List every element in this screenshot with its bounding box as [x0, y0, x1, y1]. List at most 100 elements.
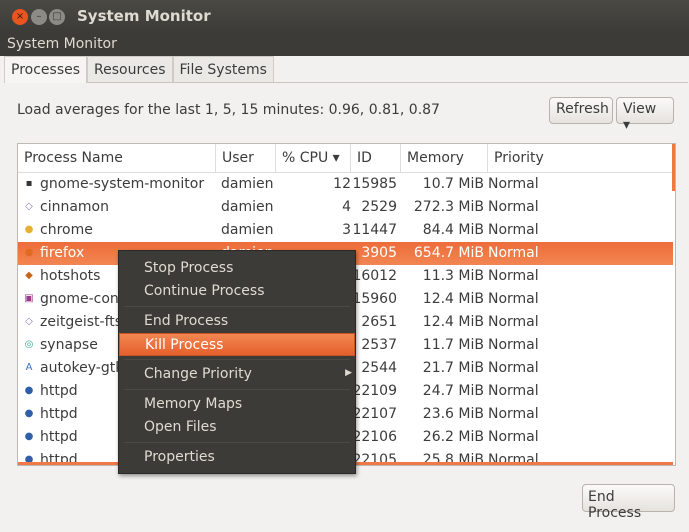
col-user[interactable]: User [216, 144, 276, 173]
tab-file-systems[interactable]: File Systems [172, 56, 274, 82]
close-button[interactable]: × [12, 9, 28, 25]
process-icon: ◎ [24, 339, 34, 350]
view-button[interactable]: View ▾ [616, 97, 674, 133]
cell-user: damien [221, 176, 274, 192]
process-icon: ◇ [25, 316, 33, 327]
window-title: System Monitor [77, 7, 211, 25]
cell-name: httpd [40, 383, 78, 399]
end-process-button[interactable]: End Process [582, 484, 675, 521]
cell-pri: Normal [488, 199, 539, 215]
maximize-button[interactable]: □ [49, 9, 65, 25]
col-memory[interactable]: Memory [401, 144, 488, 173]
menu-separator [124, 306, 350, 307]
menu-change-priority[interactable]: Change Priority ▶ [119, 363, 355, 386]
submenu-arrow-icon: ▶ [345, 368, 352, 378]
cell-mem: 272.3 MiB [413, 199, 484, 215]
tab-processes[interactable]: Processes [4, 56, 88, 83]
cell-cpu: 3 [342, 222, 351, 238]
process-icon: ● [24, 431, 34, 442]
menu-continue-process[interactable]: Continue Process [119, 280, 355, 303]
cell-pri: Normal [488, 222, 539, 238]
cell-mem: 654.7 MiB [413, 245, 484, 261]
menu-properties[interactable]: Properties [119, 446, 355, 469]
cell-name: synapse [40, 337, 98, 353]
col-cpu[interactable]: % CPU ▾ [276, 144, 351, 173]
cell-mem: 11.7 MiB [422, 337, 484, 353]
cell-mem: 11.3 MiB [422, 268, 484, 284]
cell-id: 2544 [361, 360, 397, 376]
cell-mem: 21.7 MiB [422, 360, 484, 376]
cell-pri: Normal [488, 429, 539, 445]
process-icon: ● [24, 247, 34, 258]
cell-id: 15985 [352, 176, 397, 192]
process-icon: A [25, 362, 33, 373]
cell-cpu: 12 [333, 176, 351, 192]
vertical-scrollbar[interactable] [672, 144, 675, 191]
menu-label: Change Priority [144, 366, 252, 382]
cell-id: 2537 [361, 337, 397, 353]
cell-user: damien [221, 199, 274, 215]
cell-id: 16012 [352, 268, 397, 284]
col-process-name[interactable]: Process Name [18, 144, 216, 173]
cell-id: 22107 [352, 406, 397, 422]
cell-pri: Normal [488, 314, 539, 330]
process-icon: ● [24, 408, 34, 419]
process-icon: ● [24, 385, 34, 396]
table-row[interactable]: ▪ gnome-system-monitor damien 12 15985 10.7 M… [18, 173, 673, 196]
cell-mem: 24.7 MiB [422, 383, 484, 399]
cell-name: chrome [40, 222, 93, 238]
menu-separator [124, 389, 350, 390]
cell-mem: 26.2 MiB [422, 429, 484, 445]
cell-pri: Normal [488, 360, 539, 376]
menu-bar: System Monitor [0, 33, 689, 56]
cell-pri: Normal [488, 383, 539, 399]
cell-pri: Normal [488, 176, 539, 192]
cell-name: cinnamon [40, 199, 109, 215]
menu-stop-process[interactable]: Stop Process [119, 257, 355, 280]
tab-resources[interactable]: Resources [87, 56, 173, 82]
cell-id: 2651 [361, 314, 397, 330]
cell-mem: 12.4 MiB [422, 291, 484, 307]
cell-name: httpd [40, 429, 78, 445]
menu-kill-process[interactable]: Kill Process [119, 333, 355, 356]
cell-name: autokey-gtk [40, 360, 124, 376]
cell-pri: Normal [488, 291, 539, 307]
title-bar: × – □ System Monitor [0, 0, 689, 33]
cell-pri: Normal [488, 337, 539, 353]
table-row[interactable]: ● chrome damien 3 11447 84.4 MiB Normal [18, 219, 673, 242]
menu-separator [124, 442, 350, 443]
process-icon: ● [24, 224, 34, 235]
col-priority[interactable]: Priority [488, 144, 674, 173]
minimize-button[interactable]: – [31, 9, 47, 25]
cell-id: 15960 [352, 291, 397, 307]
menu-separator [124, 359, 350, 360]
process-icon: ◇ [25, 201, 33, 212]
cell-user: damien [221, 222, 274, 238]
process-icon: ▣ [24, 293, 34, 304]
cell-mem: 23.6 MiB [422, 406, 484, 422]
app-menu[interactable]: System Monitor [7, 36, 117, 52]
menu-memory-maps[interactable]: Memory Maps [119, 393, 355, 416]
menu-open-files[interactable]: Open Files [119, 416, 355, 439]
cell-name: firefox [40, 245, 85, 261]
cell-name: zeitgeist-fts [40, 314, 123, 330]
menu-end-process[interactable]: End Process [119, 310, 355, 333]
cell-pri: Normal [488, 245, 539, 261]
cell-mem: 10.7 MiB [422, 176, 484, 192]
process-icon: ▪ [25, 178, 33, 189]
col-id[interactable]: ID [351, 144, 401, 173]
load-averages: Load averages for the last 1, 5, 15 minu… [17, 102, 440, 118]
cell-mem: 12.4 MiB [422, 314, 484, 330]
cell-cpu: 4 [342, 199, 351, 215]
cell-id: 2529 [361, 199, 397, 215]
cell-pri: Normal [488, 268, 539, 284]
cell-name: httpd [40, 406, 78, 422]
cell-pri: Normal [488, 406, 539, 422]
table-row[interactable]: ◇ cinnamon damien 4 2529 272.3 MiB Normal [18, 196, 673, 219]
context-menu: Stop Process Continue Process End Proces… [118, 250, 356, 474]
refresh-button[interactable]: Refresh [549, 97, 613, 124]
cell-id: 22106 [352, 429, 397, 445]
cell-name: gnome-system-monitor [40, 176, 205, 192]
cell-id: 3905 [361, 245, 397, 261]
cell-id: 22109 [352, 383, 397, 399]
